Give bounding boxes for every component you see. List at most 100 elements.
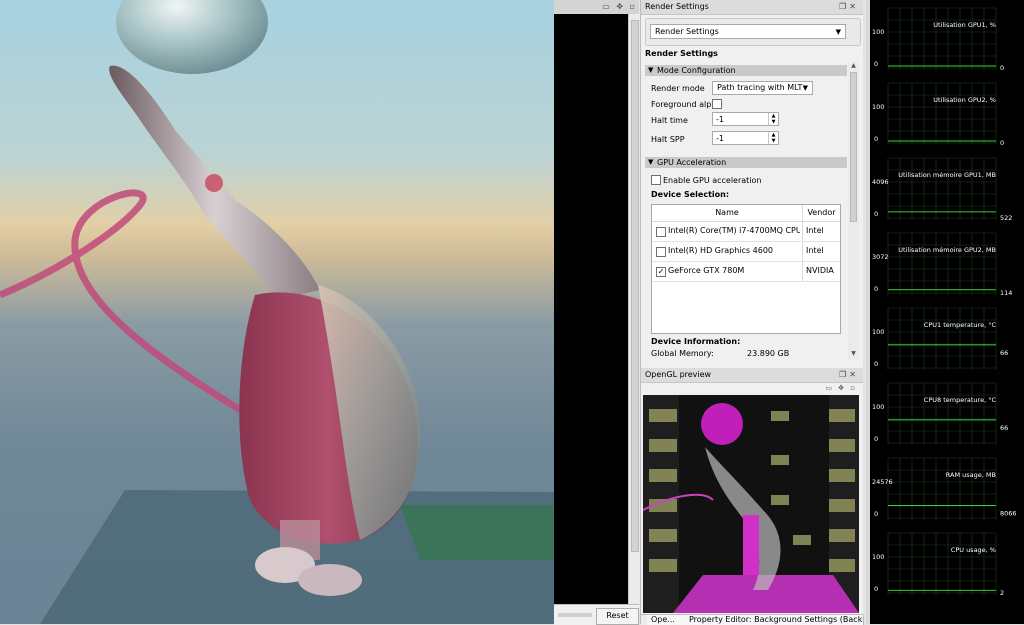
dock-tools-icon[interactable]: ▭ ✥ ▫ [602,2,637,11]
table-row[interactable]: ✓ GeForce GTX 780M NVIDIA [652,261,840,282]
graph-min-label: 0 [874,585,878,593]
mode-configuration-header[interactable]: ▼ Mode Configuration [645,65,847,76]
glass-sphere [116,0,268,74]
render-mode-value: Path tracing with MLT [717,83,803,92]
opengl-viewport[interactable] [643,395,859,613]
settings-combo[interactable]: Render Settings ▼ [650,24,846,39]
graph-title: Utilisation mémoire GPU2, MB [898,246,996,254]
foreground-alpha-checkbox[interactable] [712,99,722,109]
gpu-acceleration-header[interactable]: ▼ GPU Acceleration [645,157,847,168]
graph-min-label: 0 [874,360,878,368]
close-icon[interactable]: ✕ [849,2,859,11]
halt-time-label: Halt time [651,116,688,125]
graph-current-label: 522 [1000,214,1012,222]
rendered-scene [0,0,554,624]
graph-max-label: 24576 [872,478,893,486]
halt-time-value: -1 [716,115,724,124]
mode-configuration-label: Mode Configuration [657,66,736,75]
preview-titlebar: OpenGL preview ❐✕ [641,368,863,383]
table-row[interactable]: Intel(R) Core(TM) i7-4700MQ CPU ... Inte… [652,221,840,242]
preview-sphere [701,403,743,445]
secondary-pane: ▭ ✥ ▫ Reset [554,0,640,625]
device-selection-label: Device Selection: [651,190,730,199]
device-name: Intel(R) HD Graphics 4600 [668,246,774,255]
preview-title: OpenGL preview [645,370,712,379]
preview-tools-icon[interactable]: ▭ ✥ ▫ [825,384,857,392]
foreground-alpha-label: Foreground alpha [651,100,722,109]
device-table: Name Vendor Intel(R) Core(TM) i7-4700MQ … [651,204,841,334]
graph-min-label: 0 [874,210,878,218]
chevron-down-icon: ▼ [802,84,808,92]
device-vendor: NVIDIA [806,266,834,275]
spin-arrows-icon[interactable]: ▲ ▼ [768,113,778,125]
hardware-monitor: Utilisation GPU1, % 100 0 0 Utilisation GPU2… [866,0,1024,624]
table-row[interactable]: Intel(R) HD Graphics 4600 Intel [652,241,840,262]
graph-min-label: 0 [874,60,878,68]
graph-current-label: 66 [1000,349,1008,357]
device-checkbox[interactable] [656,247,666,257]
render-settings-panel: Render Settings ❐✕ Render Settings ▼ Ren… [640,0,863,368]
device-vendor: Intel [806,226,824,235]
graph-title: CPU8 temperature, °C [924,396,997,404]
graph-title: Utilisation GPU2, % [933,96,996,104]
pink-tube [0,189,242,413]
vertical-scrollbar[interactable] [628,14,640,604]
halt-spp-label: Halt SPP [651,135,685,144]
render-viewport[interactable] [0,0,554,624]
settings-combo-value: Render Settings [655,27,719,36]
scrollbar-thumb[interactable] [631,20,639,552]
collapse-triangle-icon: ▼ [648,66,654,74]
halt-time-input[interactable]: -1 ▲ ▼ [712,112,779,126]
bottom-tabs: Ope... Property Editor: Background Setti… [641,614,864,625]
graph-current-label: 0 [1000,139,1004,147]
settings-scrollbar[interactable]: ▲ ▼ [848,62,859,360]
scrollbar-thumb[interactable] [850,72,857,222]
graph-title: CPU usage, % [951,546,996,554]
graph-min-label: 0 [874,135,878,143]
monitor-graphs: Utilisation GPU1, % 100 0 0 Utilisation GPU2… [872,7,1017,597]
close-icon[interactable]: ✕ [849,370,859,379]
preview-scene [643,395,859,613]
graph-min-label: 0 [874,435,878,443]
enable-gpu-checkbox[interactable] [651,175,661,185]
global-memory-label: Global Memory: [651,349,714,358]
scroll-up-icon[interactable]: ▲ [848,62,859,69]
graph-current-label: 66 [1000,424,1008,432]
panel-title: Render Settings [645,2,709,11]
float-icon[interactable]: ❐ [839,370,849,379]
halt-spp-input[interactable]: -1 ▲ ▼ [712,131,779,145]
device-checkbox-checked[interactable]: ✓ [656,267,666,277]
graph-max-label: 100 [872,328,884,336]
panel-titlebar: Render Settings ❐✕ [641,0,863,15]
chevron-down-icon: ▼ [835,28,841,36]
bottom-toolbar: Reset [554,604,639,625]
render-mode-select[interactable]: Path tracing with MLT ▼ [712,81,813,95]
horizontal-scrollbar[interactable] [558,613,592,617]
float-icon[interactable]: ❐ [839,2,849,11]
halt-spp-value: -1 [716,134,724,143]
graph-max-label: 100 [872,103,884,111]
duck-foot-right [298,564,362,596]
scroll-down-icon[interactable]: ▼ [848,350,859,357]
column-header-name[interactable]: Name [652,205,802,222]
graph-min-label: 0 [874,510,878,518]
device-checkbox[interactable] [656,227,666,237]
collapse-triangle-icon: ▼ [648,158,654,166]
graph-max-label: 100 [872,553,884,561]
gpu-acceleration-label: GPU Acceleration [657,158,727,167]
render-mode-label: Render mode [651,84,705,93]
device-name: GeForce GTX 780M [668,266,745,275]
graph-current-label: 114 [1000,289,1012,297]
column-header-vendor[interactable]: Vendor [803,205,840,222]
graph-title: Utilisation GPU1, % [933,21,996,29]
spin-arrows-icon[interactable]: ▲ ▼ [768,132,778,144]
graph-current-label: 0 [1000,64,1004,72]
opengl-preview-panel: OpenGL preview ❐✕ ▭ ✥ ▫ Ope... Property … [640,368,864,625]
graph-title: RAM usage, MB [946,471,996,479]
graph-max-label: 4096 [872,178,889,186]
graph-current-label: 2 [1000,589,1004,597]
reset-button[interactable]: Reset [596,608,639,625]
graph-title: CPU1 temperature, °C [924,321,997,329]
enable-gpu-label: Enable GPU acceleration [663,176,762,185]
device-information-label: Device Information: [651,337,741,346]
